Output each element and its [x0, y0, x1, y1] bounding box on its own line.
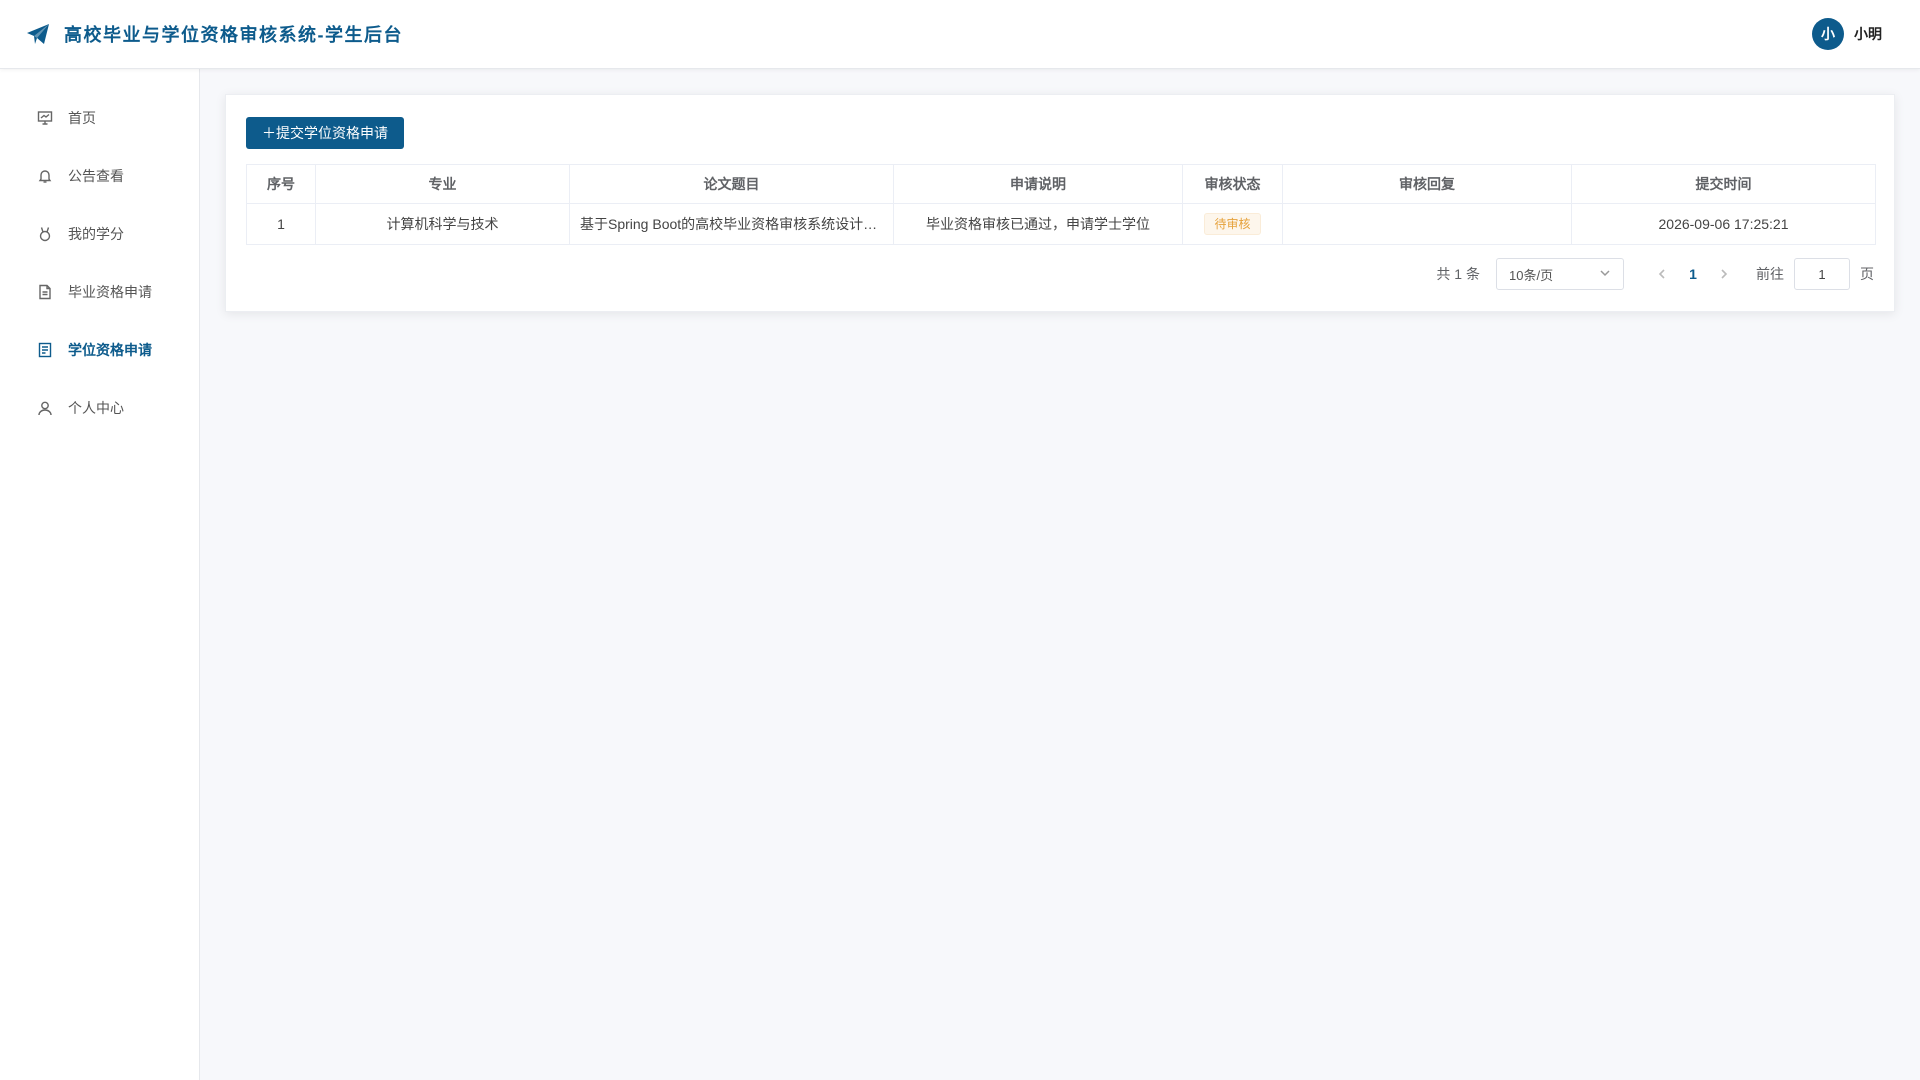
status-badge: 待审核 [1204, 213, 1261, 235]
cell-status: 待审核 [1182, 203, 1283, 245]
presentation-icon [36, 109, 54, 127]
sidebar-item-announcements[interactable]: 公告查看 [0, 147, 199, 205]
sidebar-item-label: 首页 [68, 110, 96, 126]
sidebar-item-graduation-application[interactable]: 毕业资格申请 [0, 263, 199, 321]
submit-degree-application-button[interactable]: ＋提交学位资格申请 [246, 117, 404, 149]
goto-suffix: 页 [1860, 266, 1874, 282]
sidebar-item-label: 学位资格申请 [68, 342, 152, 358]
page-size-select[interactable]: 10条/页 [1496, 258, 1624, 290]
table-row[interactable]: 1 计算机科学与技术 基于Spring Boot的高校毕业资格审核系统设计与实现… [246, 203, 1876, 245]
medal-icon [36, 225, 54, 243]
prev-page-button[interactable] [1648, 269, 1676, 279]
sidebar-item-home[interactable]: 首页 [0, 89, 199, 147]
column-header-reply: 审核回复 [1282, 164, 1572, 204]
sidebar-item-label: 个人中心 [68, 400, 124, 416]
chevron-left-icon [1658, 269, 1665, 279]
column-header-status: 审核状态 [1182, 164, 1283, 204]
sidebar: 首页 公告查看 我的学分 毕业资格申请 学位资格申请 个人中心 [0, 69, 200, 1080]
applications-table: 序号 专业 论文题目 申请说明 审核状态 审核回复 提交时间 1 计算机科学与技… [246, 164, 1876, 245]
sidebar-item-credits[interactable]: 我的学分 [0, 205, 199, 263]
user-name[interactable]: 小明 [1854, 24, 1882, 44]
chevron-down-icon [1599, 267, 1611, 282]
chevron-right-icon [1721, 269, 1728, 279]
column-header-time: 提交时间 [1571, 164, 1876, 204]
column-header-index: 序号 [246, 164, 316, 204]
list-document-icon [36, 341, 54, 359]
goto-page-input[interactable] [1794, 258, 1850, 290]
top-header: 高校毕业与学位资格审核系统-学生后台 小 小明 [0, 0, 1920, 69]
user-menu[interactable]: 小 小明 [1812, 18, 1882, 50]
sidebar-item-label: 公告查看 [68, 168, 124, 184]
app-title: 高校毕业与学位资格审核系统-学生后台 [64, 25, 403, 45]
cell-major: 计算机科学与技术 [315, 203, 570, 245]
avatar[interactable]: 小 [1812, 18, 1844, 50]
column-header-thesis: 论文题目 [569, 164, 894, 204]
bell-icon [36, 167, 54, 185]
page-size-value: 10条/页 [1509, 267, 1554, 283]
cell-time: 2026-09-06 17:25:21 [1571, 203, 1876, 245]
sidebar-item-profile[interactable]: 个人中心 [0, 379, 199, 437]
sidebar-menu: 首页 公告查看 我的学分 毕业资格申请 学位资格申请 个人中心 [0, 69, 199, 437]
goto-label: 前往 [1756, 266, 1784, 282]
cell-note: 毕业资格审核已通过，申请学士学位 [893, 203, 1183, 245]
next-page-button[interactable] [1710, 269, 1738, 279]
pagination: 共 1 条 10条/页 1 前往 页 [1436, 258, 1874, 290]
paper-plane-icon [26, 22, 50, 46]
cell-index: 1 [246, 203, 316, 245]
cell-reply [1282, 203, 1572, 245]
table-header-row: 序号 专业 论文题目 申请说明 审核状态 审核回复 提交时间 [246, 164, 1876, 204]
pagination-total: 共 1 条 [1436, 266, 1480, 282]
sidebar-item-degree-application[interactable]: 学位资格申请 [0, 321, 199, 379]
column-header-note: 申请说明 [893, 164, 1183, 204]
content-card: ＋提交学位资格申请 序号 专业 论文题目 申请说明 审核状态 审核回复 提交时间 [225, 94, 1895, 312]
sidebar-item-label: 我的学分 [68, 226, 124, 242]
page-number-current[interactable]: 1 [1676, 266, 1710, 282]
sidebar-item-label: 毕业资格申请 [68, 284, 152, 300]
document-icon [36, 283, 54, 301]
column-header-major: 专业 [315, 164, 570, 204]
user-icon [36, 399, 54, 417]
cell-thesis: 基于Spring Boot的高校毕业资格审核系统设计与实现 [569, 203, 894, 245]
